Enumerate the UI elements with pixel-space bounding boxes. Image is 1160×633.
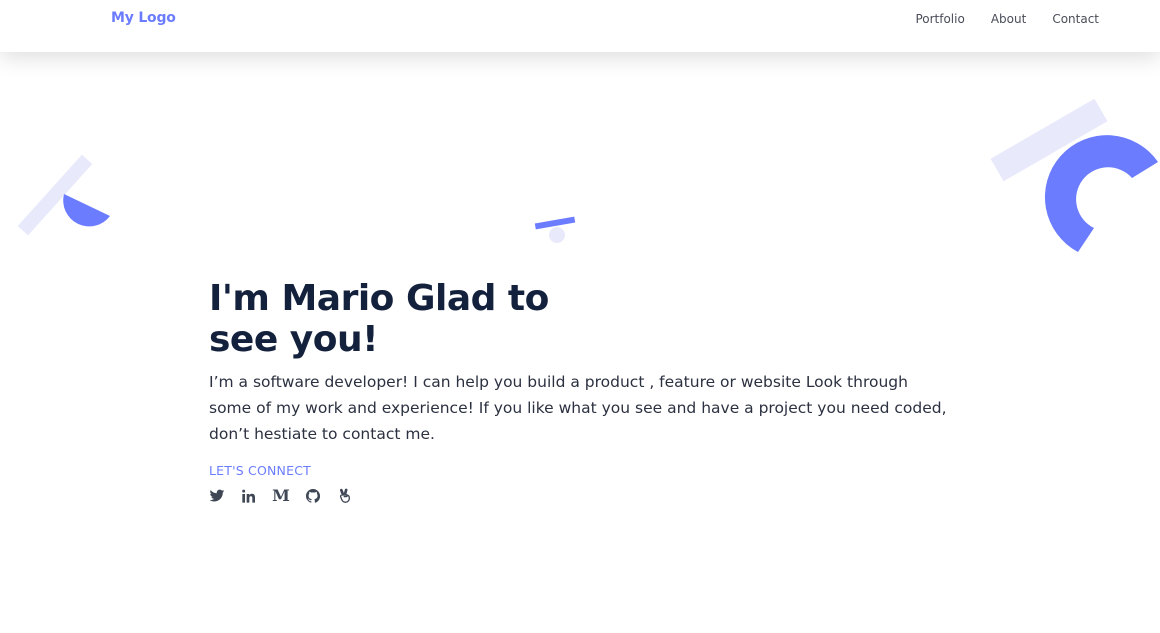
right-decoration [990, 98, 1158, 252]
lets-connect-label: LET'S CONNECT [209, 463, 311, 478]
left-decoration [17, 154, 110, 236]
github-icon[interactable] [305, 488, 321, 504]
center-deco-dot [549, 227, 565, 243]
navbar: My Logo Portfolio About Contact [0, 0, 1160, 52]
nav-link-contact[interactable]: Contact [1052, 12, 1099, 26]
logo-link[interactable]: My Logo [111, 10, 176, 26]
twitter-icon[interactable] [209, 488, 225, 504]
left-deco-half-circle [63, 194, 110, 227]
linkedin-icon[interactable] [241, 488, 257, 504]
right-deco-arc [1044, 135, 1158, 252]
angellist-icon[interactable] [337, 488, 353, 504]
hero-section: I'm Mario Glad to see you! I’m a softwar… [209, 278, 969, 504]
center-decoration [534, 216, 576, 243]
nav-links: Portfolio About Contact [889, 12, 1099, 26]
nav-link-portfolio[interactable]: Portfolio [915, 12, 964, 26]
hero-description: I’m a software developer! I can help you… [209, 373, 947, 443]
nav-link-about[interactable]: About [991, 12, 1026, 26]
social-links: M [209, 488, 969, 504]
medium-icon-glyph: M [272, 486, 290, 505]
hero-title: I'm Mario Glad to see you! [209, 278, 549, 360]
medium-icon[interactable]: M [272, 486, 290, 505]
